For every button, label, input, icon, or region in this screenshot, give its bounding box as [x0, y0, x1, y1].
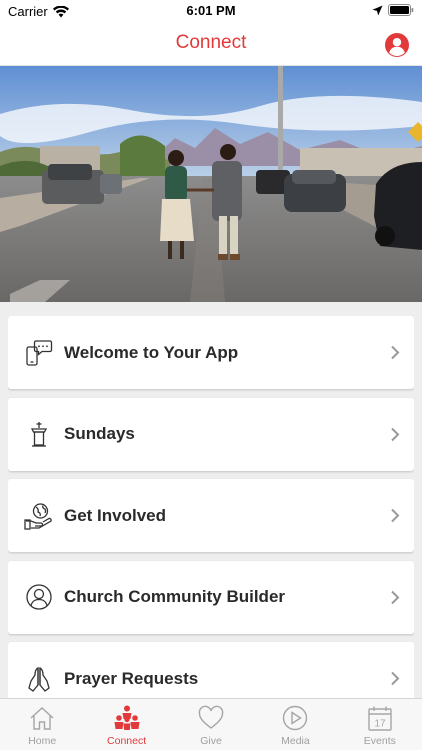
couple-walking-street-photo	[0, 66, 422, 302]
tab-bar: Home Connect Give Media 17 Events	[0, 698, 422, 750]
tab-give[interactable]: Give	[169, 699, 253, 750]
play-icon	[281, 704, 309, 732]
chevron-right-icon	[391, 508, 400, 523]
page-title: Connect	[175, 32, 247, 53]
profile-icon[interactable]	[385, 33, 409, 57]
pulpit-icon	[24, 419, 54, 449]
status-time: 6:01 PM	[186, 3, 236, 18]
calendar-icon: 17	[366, 704, 394, 732]
praying-hands-icon	[24, 664, 54, 694]
menu-item-label: Church Community Builder	[64, 587, 286, 606]
menu-item-prayer-requests[interactable]: Prayer Requests	[8, 642, 414, 698]
tab-label: Give	[200, 735, 222, 747]
status-right	[372, 4, 414, 16]
battery-icon	[388, 4, 414, 16]
menu-item-label: Welcome to Your App	[64, 342, 239, 362]
chevron-right-icon	[391, 427, 400, 441]
menu-item-label: Prayer Requests	[64, 668, 199, 688]
chat-phone-icon	[24, 338, 54, 368]
menu-item-label: Sundays	[64, 424, 135, 443]
menu-item-church-community-builder[interactable]: Church Community Builder	[8, 560, 414, 634]
hand-globe-icon	[24, 501, 54, 531]
tab-connect[interactable]: Connect	[84, 699, 168, 750]
home-icon	[28, 704, 56, 732]
tab-label: Media	[281, 735, 310, 747]
menu-item-get-involved[interactable]: Get Involved	[8, 479, 414, 552]
chevron-right-icon	[391, 590, 400, 604]
nav-bar: Connect	[0, 22, 422, 66]
hero-image	[0, 66, 422, 302]
tab-label: Events	[363, 735, 396, 747]
tab-label: Connect	[107, 735, 147, 747]
tab-label: Home	[28, 735, 57, 747]
menu-item-label: Get Involved	[64, 505, 167, 525]
menu-item-welcome[interactable]: Welcome to Your App	[8, 316, 414, 389]
menu-item-sundays[interactable]: Sundays	[8, 397, 414, 471]
heart-icon	[197, 704, 225, 732]
tab-media[interactable]: Media	[253, 699, 337, 750]
chevron-right-icon	[391, 345, 400, 360]
tab-home[interactable]: Home	[0, 699, 84, 750]
people-icon	[113, 704, 141, 732]
calendar-day: 17	[374, 719, 386, 730]
status-bar: Carrier 6:01 PM	[0, 0, 422, 22]
location-arrow-icon	[372, 5, 383, 15]
menu-list: Welcome to Your App Sundays Get Involved…	[8, 316, 414, 698]
chevron-right-icon	[391, 671, 400, 686]
person-circle-icon	[24, 582, 54, 612]
tab-events[interactable]: 17 Events	[338, 699, 422, 750]
